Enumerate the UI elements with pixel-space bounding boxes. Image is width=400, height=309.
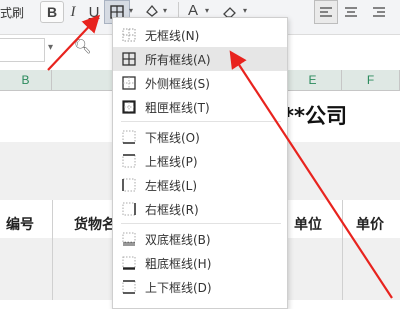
annotation-arrows [47, 14, 393, 299]
arrow-to-border-button [47, 14, 101, 71]
arrow-to-all-borders [229, 50, 393, 299]
